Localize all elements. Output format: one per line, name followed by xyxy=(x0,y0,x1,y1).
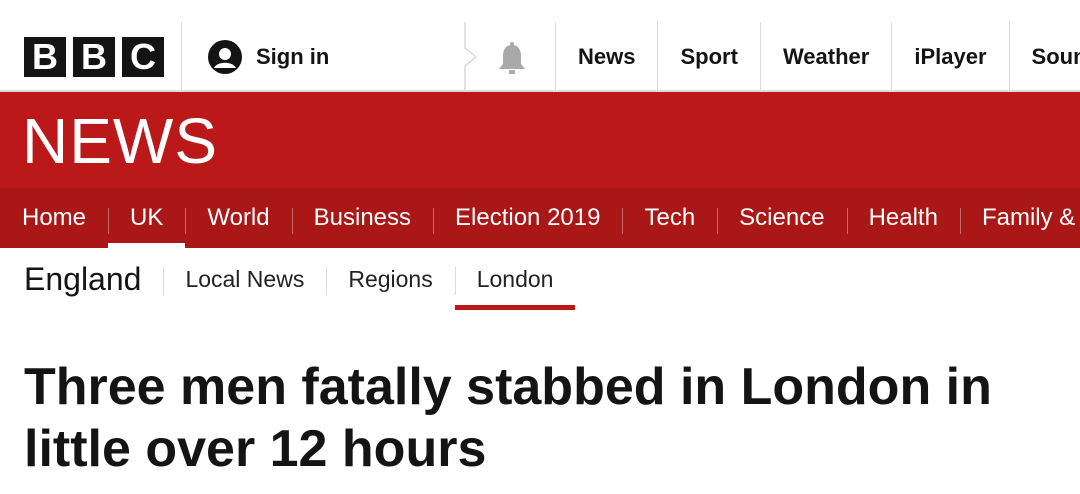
nav-family-education[interactable]: Family & Education xyxy=(959,188,1080,248)
article-headline: Three men fatally stabbed in London in l… xyxy=(24,358,992,478)
top-nav: News Sport Weather iPlayer Sounds xyxy=(555,22,1080,92)
nav-uk[interactable]: UK xyxy=(108,188,186,248)
top-nav-iplayer[interactable]: iPlayer xyxy=(891,22,1008,92)
news-masthead: NEWS xyxy=(0,92,1080,188)
subnav-local-news[interactable]: Local News xyxy=(163,248,326,310)
chevron-divider-icon xyxy=(464,22,478,92)
top-nav-weather[interactable]: Weather xyxy=(759,22,891,92)
main-nav: Home UK World Business Election 2019 Tec… xyxy=(0,188,1080,248)
top-nav-sport[interactable]: Sport xyxy=(657,22,759,92)
bbc-top-bar: B B C Sign in News Sport Weather iPlayer… xyxy=(0,0,1080,92)
subnav-regions[interactable]: Regions xyxy=(326,248,454,310)
divider xyxy=(181,22,182,92)
sign-in-label: Sign in xyxy=(256,44,330,69)
subnav-london[interactable]: London xyxy=(454,248,576,310)
logo-letter: B xyxy=(24,37,66,77)
nav-home[interactable]: Home xyxy=(0,188,108,248)
nav-world[interactable]: World xyxy=(185,188,291,248)
user-icon xyxy=(208,40,242,74)
sub-nav: England Local News Regions London xyxy=(0,248,1080,310)
bbc-logo[interactable]: B B C xyxy=(24,37,164,77)
news-brand-logo[interactable]: NEWS xyxy=(22,106,218,176)
section-title[interactable]: England xyxy=(24,261,163,298)
bell-icon[interactable] xyxy=(496,42,528,76)
nav-tech[interactable]: Tech xyxy=(622,188,717,248)
sign-in-link[interactable]: Sign in xyxy=(208,40,329,74)
nav-business[interactable]: Business xyxy=(291,188,433,248)
logo-letter: C xyxy=(122,37,164,77)
top-nav-sounds[interactable]: Sounds xyxy=(1008,22,1080,92)
top-nav-news[interactable]: News xyxy=(555,22,657,92)
logo-letter: B xyxy=(73,37,115,77)
nav-health[interactable]: Health xyxy=(846,188,960,248)
nav-election-2019[interactable]: Election 2019 xyxy=(433,188,622,248)
nav-science[interactable]: Science xyxy=(717,188,846,248)
